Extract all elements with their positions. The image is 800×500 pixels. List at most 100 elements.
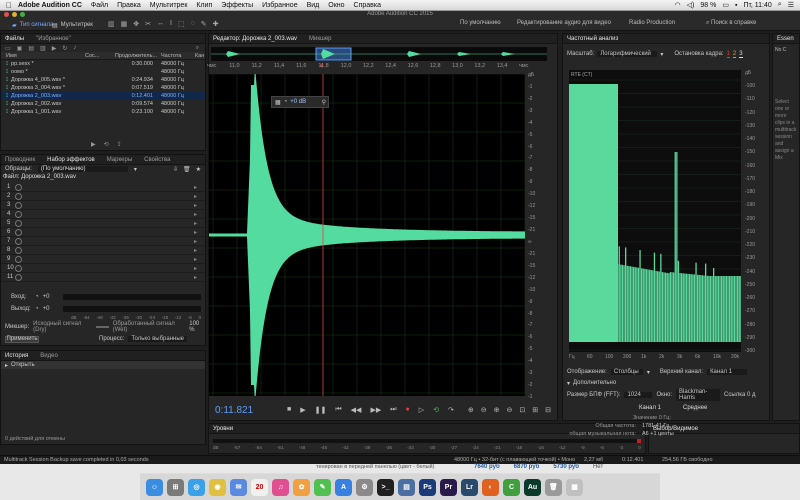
clip-indicator[interactable] (637, 439, 641, 443)
presets-arrow-icon[interactable]: ▾ (134, 166, 137, 173)
dock-firefox-icon[interactable]: ◐ (482, 478, 499, 496)
workspace-radio[interactable]: Radio Production (629, 20, 675, 26)
dock-pr-icon[interactable]: Pr (440, 478, 457, 496)
menu-window[interactable]: Окно (328, 2, 344, 9)
slot-menu-icon[interactable]: ▸ (194, 184, 197, 191)
power-icon[interactable] (15, 228, 22, 236)
go-start-icon[interactable]: ⏮ (335, 406, 341, 414)
slot-menu-icon[interactable]: ▸ (194, 256, 197, 263)
effect-slot[interactable]: 10 ▸ (1, 264, 205, 273)
history-item[interactable]: ▸ Открыть (1, 361, 205, 369)
hud-gain[interactable]: ▦ ◔ +0 dB ⚲ (271, 96, 329, 108)
zoom-out-time-icon[interactable]: ⊖ (507, 406, 513, 414)
pause-icon[interactable]: ❚❚ (315, 406, 327, 414)
razor-tool-icon[interactable]: ✂ (145, 20, 151, 28)
essential-title[interactable]: Essen (777, 36, 794, 42)
display-select[interactable]: Столбцы (610, 369, 643, 375)
col-channels[interactable]: Кан (195, 53, 204, 59)
slot-menu-icon[interactable]: ▸ (194, 202, 197, 209)
move-tool-icon[interactable]: ✥ (133, 20, 139, 28)
spectral-freq-icon[interactable]: ▥ (108, 20, 115, 28)
col-rate[interactable]: Частота (157, 53, 195, 59)
stop-icon[interactable]: ■ (287, 406, 291, 414)
power-icon[interactable] (15, 264, 22, 272)
dock-camtasia-icon[interactable]: C (503, 478, 520, 496)
fft-select[interactable]: 1024 (624, 392, 653, 398)
preview-play-icon[interactable]: ▶ (91, 141, 96, 148)
effect-slot[interactable]: 5 ▸ (1, 219, 205, 228)
close-window-button[interactable] (4, 12, 9, 17)
menu-edit[interactable]: Правка (117, 2, 141, 9)
freeze-1[interactable]: 1 (726, 51, 730, 58)
dock-files-icon[interactable]: ▤ (398, 478, 415, 496)
skip-icon[interactable]: ↷ (448, 406, 454, 414)
slot-menu-icon[interactable]: ▸ (194, 211, 197, 218)
freeze-3[interactable]: 3 (739, 51, 743, 58)
record-icon[interactable]: ● (406, 406, 410, 414)
input-knob[interactable]: ◔ (35, 294, 39, 300)
power-icon[interactable] (15, 183, 22, 191)
freeze-2[interactable]: 2 (732, 51, 737, 58)
tab-editor[interactable]: Редактор: Дорожка 2_003.wav (213, 36, 297, 42)
power-icon[interactable] (15, 192, 22, 200)
notification-icon[interactable]: ☰ (788, 1, 794, 9)
preview-export-icon[interactable]: ⇪ (117, 141, 122, 148)
power-icon[interactable] (15, 246, 22, 254)
battery-icon[interactable]: ▭ (722, 1, 729, 9)
tab-properties[interactable]: Свойства (144, 157, 170, 163)
files-search-icon[interactable]: ⌕ (196, 45, 199, 52)
tab-favorites[interactable]: "Избранное" (36, 36, 71, 42)
scale-select[interactable]: Логарифмический (597, 51, 658, 57)
apply-button[interactable]: Применить (5, 335, 39, 343)
zoom-window-button[interactable] (20, 12, 25, 17)
time-select-icon[interactable]: Ι (170, 20, 172, 28)
marquee-icon[interactable]: ⬚ (178, 20, 185, 28)
help-search[interactable]: ⌕ Поиск в справке (706, 20, 756, 27)
forward-icon[interactable]: ▶▶ (370, 406, 381, 414)
slot-menu-icon[interactable]: ▸ (194, 229, 197, 236)
dock-photos-icon[interactable]: ✿ (293, 478, 310, 496)
dock-sysprefs-icon[interactable]: ⚙ (356, 478, 373, 496)
flag-icon[interactable]: ▪ (735, 2, 737, 9)
tab-explorer[interactable]: Проводник (5, 157, 35, 163)
volume-icon[interactable]: ◁) (687, 1, 695, 9)
file-row[interactable]: ⟟ Дорожка 2_003.wav 0:12.401 48000 Гц (1, 92, 205, 100)
apple-icon[interactable]:  (0, 1, 18, 10)
menu-clip[interactable]: Клип (196, 2, 212, 9)
dock-appstore-icon[interactable]: A (335, 478, 352, 496)
effect-slot[interactable]: 11 ▸ (1, 273, 205, 282)
slot-menu-icon[interactable]: ▸ (194, 265, 197, 272)
dock-lr-icon[interactable]: Lr (461, 478, 478, 496)
menu-file[interactable]: Файл (91, 2, 108, 9)
tab-effects-rack[interactable]: Набор эффектов (47, 157, 95, 163)
hud-pin-icon[interactable]: ⚲ (322, 99, 326, 106)
menu-help[interactable]: Справка (354, 2, 381, 9)
tab-mixer[interactable]: Микшер (309, 36, 331, 42)
spectrum-plot[interactable]: RTE (CT) (569, 70, 742, 352)
loop-preview-icon[interactable]: ↻ (62, 45, 67, 52)
waveform-area[interactable]: ▦ ◔ +0 dB ⚲ (209, 66, 526, 404)
slot-menu-icon[interactable]: ▸ (194, 247, 197, 254)
effect-slot[interactable]: 1 ▸ (1, 183, 205, 192)
rewind-icon[interactable]: ◀◀ (351, 406, 362, 414)
effect-slot[interactable]: 3 ▸ (1, 201, 205, 210)
dock-finder-icon[interactable]: ☺ (146, 478, 163, 496)
scale-arrow-icon[interactable]: ▾ (660, 51, 663, 58)
power-icon[interactable] (15, 210, 22, 218)
playhead-marker-icon[interactable]: ▾ (320, 62, 324, 70)
delete-file-icon[interactable]: ▥ (40, 45, 46, 52)
zoom-in-amp-icon[interactable]: ⊕ (468, 406, 474, 414)
dock-calendar-icon[interactable]: 20 (251, 478, 268, 496)
effect-slot[interactable]: 8 ▸ (1, 246, 205, 255)
slip-tool-icon[interactable]: ↔ (157, 20, 164, 28)
autoplay-icon[interactable]: ♪ (73, 45, 76, 51)
wifi-icon[interactable]: ◠ (675, 1, 681, 9)
zoom-sel-icon[interactable]: ⊞ (532, 406, 538, 414)
file-row[interactable]: ⟟ Дорожка 3_004.wav * 0:07.519 48000 Гц (1, 84, 205, 92)
menu-app[interactable]: Adobe Audition CC (18, 2, 82, 9)
dock-extra-icon[interactable]: ▦ (566, 478, 583, 496)
zoom-full-icon[interactable]: ⊡ (519, 406, 525, 414)
output-knob[interactable]: ◔ (35, 306, 39, 312)
file-row[interactable]: ⟟ Дорожка 2_002.wav 0:09.574 48000 Гц (1, 100, 205, 108)
workspace-default[interactable]: По умолчанию (460, 20, 501, 26)
